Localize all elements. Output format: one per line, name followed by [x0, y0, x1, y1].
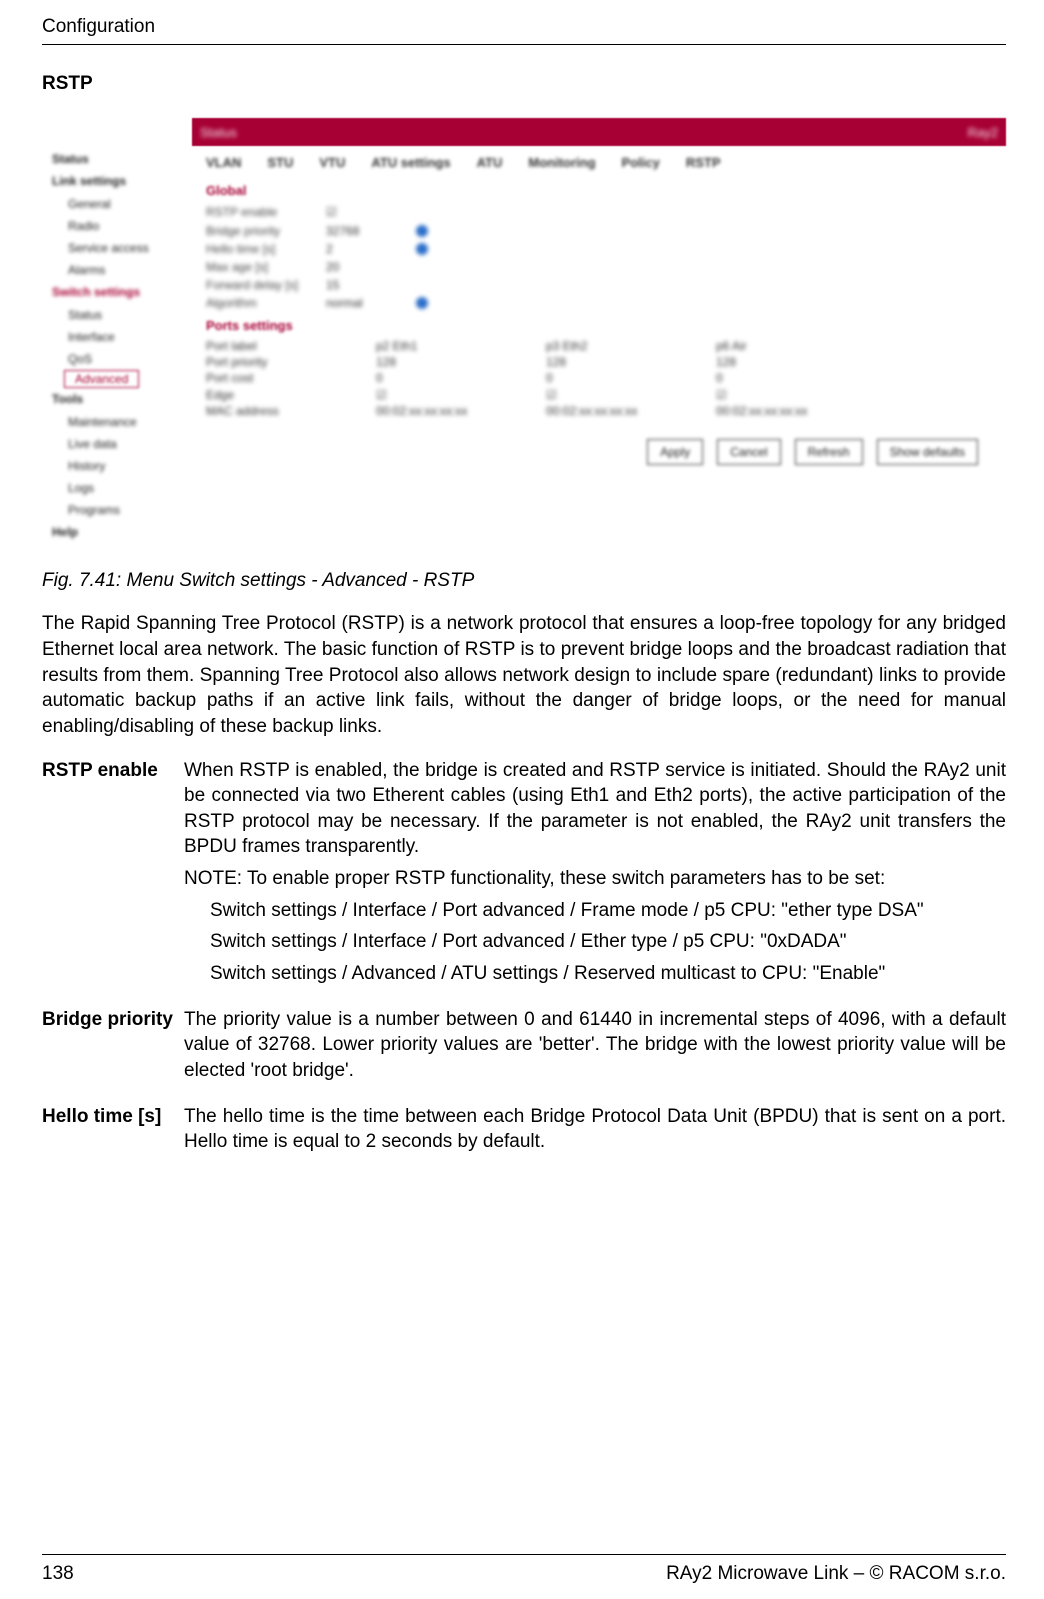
screenshot-nav-item: Status	[42, 304, 192, 326]
screenshot-nav-item: Programs	[42, 499, 192, 521]
screenshot-global-row: Forward delay [s]15	[192, 276, 1006, 294]
screenshot-button: Apply	[647, 439, 703, 465]
screenshot-nav-item: Link settings	[42, 170, 192, 192]
definition-table: RSTP enableWhen RSTP is enabled, the bri…	[42, 758, 1006, 1175]
screenshot-button: Cancel	[717, 439, 780, 465]
running-head: Configuration	[42, 14, 1006, 40]
section-title: RSTP	[42, 71, 1006, 97]
screenshot-nav-item: Service access	[42, 237, 192, 259]
page-footer: 138 RAy2 Microwave Link – © RACOM s.r.o.	[42, 1561, 1006, 1587]
screenshot-nav-item: Switch settings	[42, 281, 192, 303]
screenshot-subtab: ATU settings	[371, 154, 450, 172]
screenshot-global-row: Bridge priority32768	[192, 222, 1006, 240]
screenshot-topbar: Status Ray2	[192, 118, 1006, 146]
screenshot-nav-item: Alarms	[42, 259, 192, 281]
screenshot-button: Show defaults	[877, 439, 978, 465]
screenshot-global-row: Algorithmnormal	[192, 294, 1006, 312]
screenshot-nav-item: Logs	[42, 477, 192, 499]
definition-term: Bridge priority	[42, 1007, 184, 1104]
footer-rule	[42, 1554, 1006, 1555]
screenshot-nav-item: Live data	[42, 433, 192, 455]
screenshot-subtabs: VLAN STU VTU ATU settings ATU Monitoring Polic…	[192, 146, 1006, 178]
screenshot-global-row: RSTP enable☑	[192, 203, 1006, 221]
screenshot-subtab: VTU	[319, 154, 345, 172]
definition-term: RSTP enable	[42, 758, 184, 1007]
top-rule	[42, 44, 1006, 45]
screenshot-subtab: Policy	[622, 154, 660, 172]
footer-right: RAy2 Microwave Link – © RACOM s.r.o.	[666, 1561, 1006, 1587]
screenshot-subtab: VLAN	[206, 154, 241, 172]
screenshot-nav-item: Tools	[42, 388, 192, 410]
screenshot-figure: StatusLink settingsGeneralRadioService a…	[42, 118, 1006, 551]
screenshot-nav-item: Interface	[42, 326, 192, 348]
screenshot-nav-item: Help	[42, 521, 192, 543]
page-number: 138	[42, 1561, 74, 1587]
screenshot-nav-item: Maintenance	[42, 411, 192, 433]
screenshot-nav-item: Advanced	[64, 370, 139, 388]
screenshot-global-row: Max age [s]20	[192, 258, 1006, 276]
screenshot-subtab: RSTP	[686, 154, 721, 172]
screenshot-nav-item: Radio	[42, 215, 192, 237]
screenshot-global-row: Hello time [s]2	[192, 240, 1006, 258]
figure-caption: Fig. 7.41: Menu Switch settings - Advanc…	[42, 568, 1006, 594]
screenshot-subtab: Monitoring	[528, 154, 595, 172]
screenshot-global-heading: Global	[192, 178, 1006, 204]
screenshot-nav-item: History	[42, 455, 192, 477]
screenshot-buttonbar: Apply Cancel Refresh Show defaults	[192, 419, 1006, 473]
definition-body: The hello time is the time between each …	[184, 1104, 1006, 1175]
screenshot-nav-item: Status	[42, 148, 192, 170]
screenshot-nav-item: QoS	[42, 348, 192, 370]
intro-paragraph: The Rapid Spanning Tree Protocol (RSTP) …	[42, 611, 1006, 739]
definition-term: Hello time [s]	[42, 1104, 184, 1175]
definition-body: The priority value is a number between 0…	[184, 1007, 1006, 1104]
definition-body: When RSTP is enabled, the bridge is crea…	[184, 758, 1006, 1007]
screenshot-nav-item: General	[42, 193, 192, 215]
screenshot-subtab: STU	[267, 154, 293, 172]
screenshot-nav: StatusLink settingsGeneralRadioService a…	[42, 146, 192, 551]
screenshot-subtab: ATU	[477, 154, 503, 172]
screenshot-button: Refresh	[795, 439, 863, 465]
screenshot-ports-heading: Ports settings	[192, 313, 1006, 339]
